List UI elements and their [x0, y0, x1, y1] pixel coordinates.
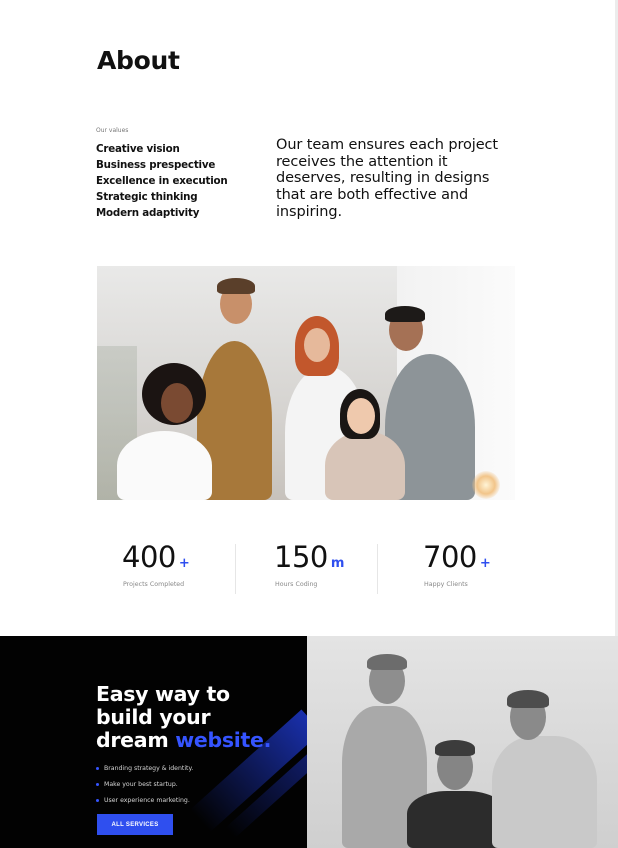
person-shape	[325, 431, 405, 500]
person-hair	[435, 740, 475, 756]
stat-value: 400	[122, 540, 176, 574]
value-item: Creative vision	[96, 143, 180, 155]
hero-heading: Easy way to build your dream website.	[96, 683, 271, 752]
hero-heading-line: Easy way to	[96, 682, 230, 706]
values-caption: Our values	[96, 127, 129, 134]
hero-section: Easy way to build your dream website. Br…	[0, 636, 618, 848]
all-services-button[interactable]: ALL SERVICES	[97, 814, 173, 835]
bullet-dot-icon	[96, 798, 99, 802]
hero-bullet: User experience marketing.	[96, 793, 193, 809]
person-shape	[492, 736, 597, 848]
page: About Our values Creative vision Busines…	[0, 0, 618, 848]
team-photo	[97, 266, 515, 500]
stat-clients: 700 + Happy Clients	[423, 540, 491, 600]
value-item: Modern adaptivity	[96, 207, 200, 219]
bullet-dot-icon	[96, 766, 99, 770]
person-face	[161, 383, 193, 423]
hero-bullet: Make your best startup.	[96, 777, 193, 793]
hero-bullet-text: Make your best startup.	[104, 781, 178, 788]
hero-bullets: Branding strategy & identity. Make your …	[96, 761, 193, 809]
stat-value: 150	[274, 540, 328, 574]
stat-label: Projects Completed	[123, 581, 185, 588]
about-statement: Our team ensures each project receives t…	[276, 137, 498, 220]
value-item: Business prespective	[96, 159, 216, 171]
values-list: Creative vision Business prespective Exc…	[96, 141, 228, 221]
person-hair	[507, 690, 549, 708]
person-face	[347, 398, 375, 434]
person-shape	[117, 431, 212, 500]
stat-label: Happy Clients	[424, 581, 468, 588]
bullet-dot-icon	[96, 782, 99, 786]
person-face	[304, 328, 330, 362]
hero-bullet: Branding strategy & identity.	[96, 761, 193, 777]
person-hair	[385, 306, 425, 322]
person-hair	[367, 654, 407, 670]
hero-heading-accent: website.	[175, 728, 272, 752]
lamp-shape	[472, 471, 500, 499]
person-hair	[217, 278, 255, 294]
stat-hours: 150 m Hours Coding	[274, 540, 344, 600]
hero-bullet-text: Branding strategy & identity.	[104, 765, 194, 772]
hero-dark-panel: Easy way to build your dream website. Br…	[0, 636, 307, 848]
stat-suffix: +	[479, 556, 491, 571]
hero-heading-line: dream	[96, 728, 169, 752]
hero-bullet-text: User experience marketing.	[104, 797, 190, 804]
stat-projects: 400 + Projects Completed	[122, 540, 190, 600]
stat-label: Hours Coding	[275, 581, 318, 588]
value-item: Excellence in execution	[96, 175, 228, 187]
stats-row: 400 + Projects Completed 150 m Hours Codin…	[100, 540, 520, 600]
stat-divider	[235, 544, 236, 594]
value-item: Strategic thinking	[96, 191, 198, 203]
page-title: About	[97, 46, 180, 75]
stat-suffix: m	[330, 556, 345, 571]
stat-value: 700	[423, 540, 477, 574]
hero-heading-line: build your	[96, 705, 211, 729]
stat-suffix: +	[178, 556, 190, 571]
stat-divider	[377, 544, 378, 594]
hero-team-photo	[307, 636, 618, 848]
